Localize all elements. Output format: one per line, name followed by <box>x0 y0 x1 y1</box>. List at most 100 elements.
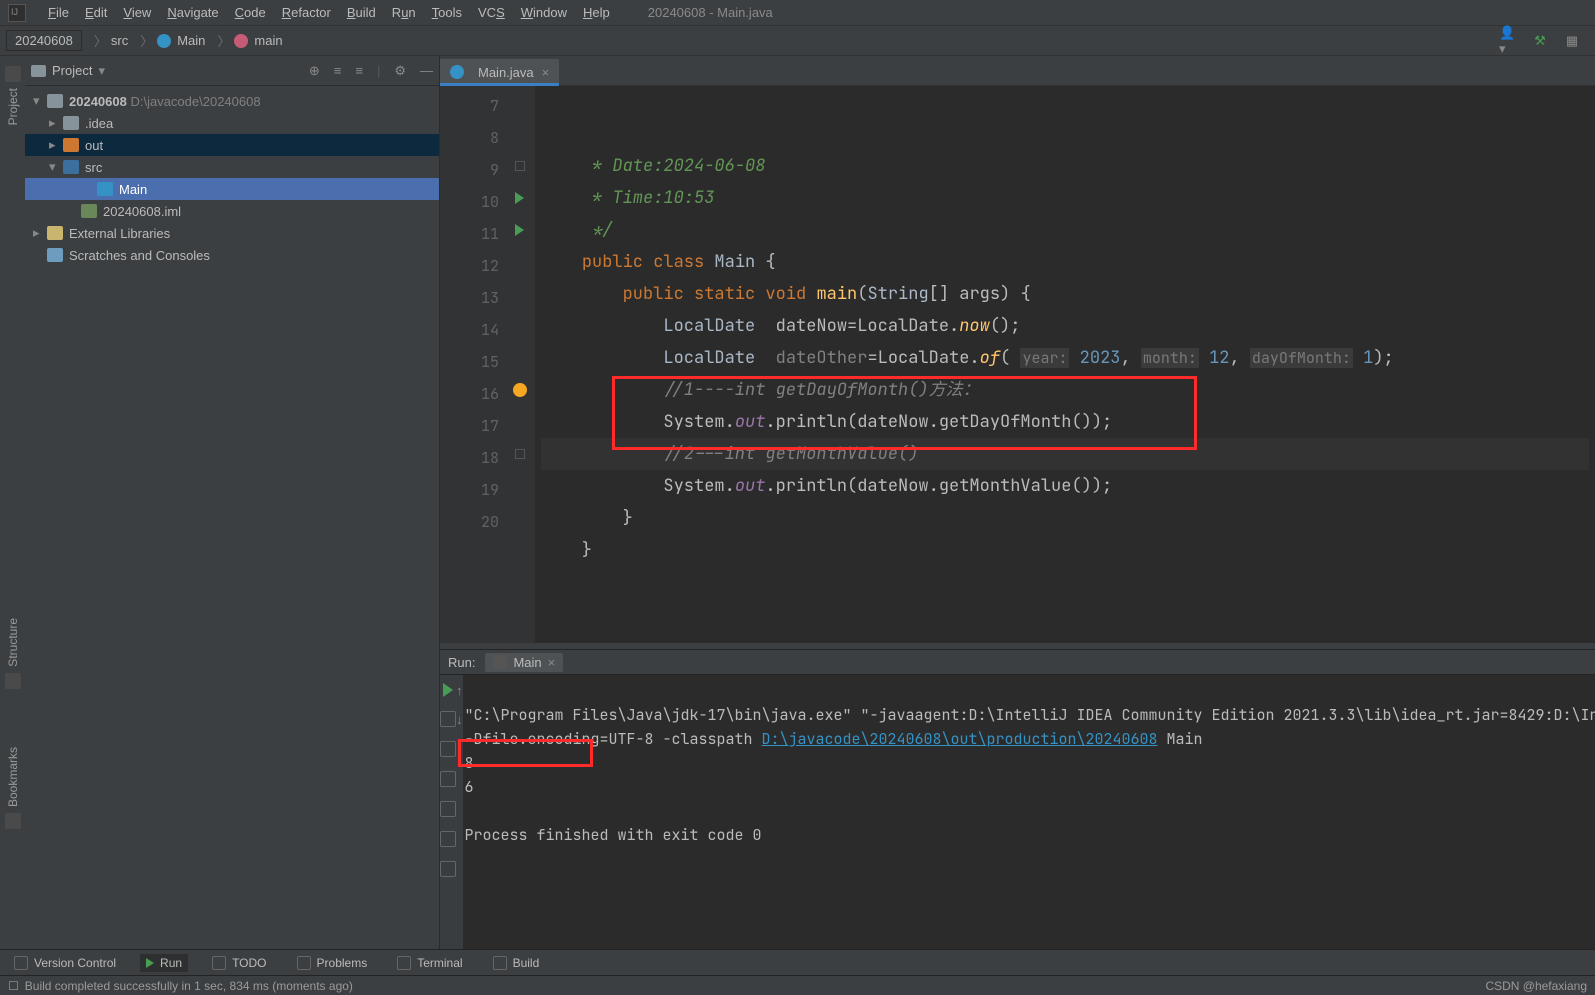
line-number[interactable]: 17 <box>440 410 499 442</box>
gutter-icon-slot[interactable] <box>505 214 534 246</box>
menu-build[interactable]: Build <box>339 5 384 20</box>
select-opened-file-icon[interactable]: ⊕ <box>309 63 320 79</box>
bookmarks-tool-label[interactable]: Bookmarks <box>6 747 20 807</box>
wrench-icon[interactable] <box>440 711 456 727</box>
run-gutter-icon[interactable] <box>515 192 524 204</box>
structure-tool-label[interactable]: Structure <box>6 618 20 667</box>
line-number[interactable]: 19 <box>440 474 499 506</box>
rerun-icon[interactable] <box>443 683 453 697</box>
line-number[interactable]: 10 <box>440 186 499 218</box>
code-line[interactable]: * Time:10:53 <box>541 182 1589 214</box>
code-line[interactable]: LocalDate dateNow=LocalDate.now(); <box>541 310 1589 342</box>
tree-node-src[interactable]: ▾src <box>25 156 439 178</box>
code-editor[interactable]: 7891011121314151617181920 * Date:2024-06… <box>440 86 1595 643</box>
gutter-icon-slot[interactable] <box>505 246 534 278</box>
collapse-all-icon[interactable]: ≡ <box>355 63 363 78</box>
gutter-icon-slot[interactable] <box>505 278 534 310</box>
line-number-gutter[interactable]: 7891011121314151617181920 <box>440 86 505 643</box>
code-line[interactable]: System.out.println(dateNow.getMonthValue… <box>541 470 1589 502</box>
tool-window-terminal[interactable]: Terminal <box>391 954 468 972</box>
camera-icon[interactable] <box>440 771 456 787</box>
gutter-icon-slot[interactable] <box>505 374 534 406</box>
gutter-icon-slot[interactable] <box>505 406 534 438</box>
pin-icon[interactable] <box>440 861 456 877</box>
code-line[interactable]: //2---int getMonthValue() <box>541 438 1589 470</box>
code-line[interactable]: LocalDate dateOther=LocalDate.of( year: … <box>541 342 1589 374</box>
gutter-icon-slot[interactable] <box>505 118 534 150</box>
run-console-output[interactable]: "C:\Program Files\Java\jdk-17\bin\java.e… <box>463 675 1595 949</box>
settings-gear-icon[interactable]: ⚙ <box>394 63 406 79</box>
code-line[interactable]: } <box>541 534 1589 566</box>
tool-window-problems[interactable]: Problems <box>291 954 374 972</box>
chevron-down-icon[interactable]: ▾ <box>98 63 105 79</box>
project-header-title[interactable]: Project <box>52 63 92 78</box>
line-number[interactable]: 16 <box>440 378 499 410</box>
gutter-icon-strip[interactable] <box>505 86 535 643</box>
tool-window-build[interactable]: Build <box>487 954 546 972</box>
tree-node-project-root[interactable]: ▾20240608 D:\javacode\20240608 <box>25 90 439 112</box>
breadcrumb-method[interactable]: 〉main <box>209 31 286 50</box>
tree-node-external-libs[interactable]: ▸External Libraries <box>25 222 439 244</box>
gutter-icon-slot[interactable] <box>505 310 534 342</box>
run-tab[interactable]: Main × <box>485 653 563 672</box>
fold-icon[interactable] <box>515 449 525 459</box>
code-line[interactable]: */ <box>541 214 1589 246</box>
menu-vcs[interactable]: VCS <box>470 5 513 20</box>
line-number[interactable]: 13 <box>440 282 499 314</box>
line-number[interactable]: 18 <box>440 442 499 474</box>
expand-all-icon[interactable]: ≡ <box>334 63 342 78</box>
gutter-icon-slot[interactable] <box>505 182 534 214</box>
tree-node-scratches[interactable]: Scratches and Consoles <box>25 244 439 266</box>
line-number[interactable]: 7 <box>440 90 499 122</box>
code-line[interactable]: * Date:2024-06-08 <box>541 150 1589 182</box>
close-run-tab-icon[interactable]: × <box>548 655 556 670</box>
line-number[interactable]: 12 <box>440 250 499 282</box>
menu-code[interactable]: Code <box>227 5 274 20</box>
gutter-icon-slot[interactable] <box>505 438 534 470</box>
console-link[interactable]: D:\javacode\20240608\out\production\2024… <box>762 729 1158 749</box>
intention-bulb-icon[interactable] <box>513 383 527 397</box>
code-line[interactable]: System.out.println(dateNow.getDayOfMonth… <box>541 406 1589 438</box>
breadcrumb-project[interactable]: 20240608 <box>6 30 82 51</box>
breadcrumb-src[interactable]: 〉src <box>86 31 132 50</box>
tree-node-idea[interactable]: ▸.idea <box>25 112 439 134</box>
gutter-icon-slot[interactable] <box>505 342 534 374</box>
tree-node-main-class[interactable]: Main <box>25 178 439 200</box>
menu-window[interactable]: Window <box>513 5 575 20</box>
menu-view[interactable]: View <box>115 5 159 20</box>
line-number[interactable]: 11 <box>440 218 499 250</box>
stop-icon[interactable] <box>440 741 456 757</box>
fold-icon[interactable] <box>515 161 525 171</box>
tool-window-todo[interactable]: TODO <box>206 954 272 972</box>
menu-edit[interactable]: Edit <box>77 5 115 20</box>
line-number[interactable]: 20 <box>440 506 499 538</box>
project-tree[interactable]: ▾20240608 D:\javacode\20240608 ▸.idea ▸o… <box>25 86 439 949</box>
menu-tools[interactable]: Tools <box>424 5 470 20</box>
editor-tab-main[interactable]: Main.java × <box>440 57 559 85</box>
menu-run[interactable]: Run <box>384 5 424 20</box>
run-gutter-icon[interactable] <box>515 224 524 236</box>
menu-navigate[interactable]: Navigate <box>159 5 226 20</box>
code-line[interactable] <box>541 566 1589 598</box>
code-line[interactable]: public static void main(String[] args) { <box>541 278 1589 310</box>
project-tool-icon[interactable] <box>5 66 21 82</box>
user-icon[interactable]: 👤▾ <box>1499 32 1517 50</box>
tool-window-vcs[interactable]: Version Control <box>8 954 122 972</box>
breadcrumb-class[interactable]: 〉Main <box>132 31 209 50</box>
run-config-icon[interactable]: ▦ <box>1563 32 1581 50</box>
code-line[interactable]: } <box>541 502 1589 534</box>
line-number[interactable]: 9 <box>440 154 499 186</box>
menu-help[interactable]: Help <box>575 5 618 20</box>
layout-icon[interactable] <box>440 831 456 847</box>
line-number[interactable]: 8 <box>440 122 499 154</box>
line-number[interactable]: 14 <box>440 314 499 346</box>
menu-refactor[interactable]: Refactor <box>274 5 339 20</box>
hide-minus-icon[interactable]: — <box>420 63 433 78</box>
gutter-icon-slot[interactable] <box>505 150 534 182</box>
exit-icon[interactable] <box>440 801 456 817</box>
line-number[interactable]: 15 <box>440 346 499 378</box>
gutter-icon-slot[interactable] <box>505 502 534 534</box>
tree-node-out[interactable]: ▸out <box>25 134 439 156</box>
structure-tool-icon[interactable] <box>5 673 21 689</box>
menu-file[interactable]: File <box>40 5 77 20</box>
